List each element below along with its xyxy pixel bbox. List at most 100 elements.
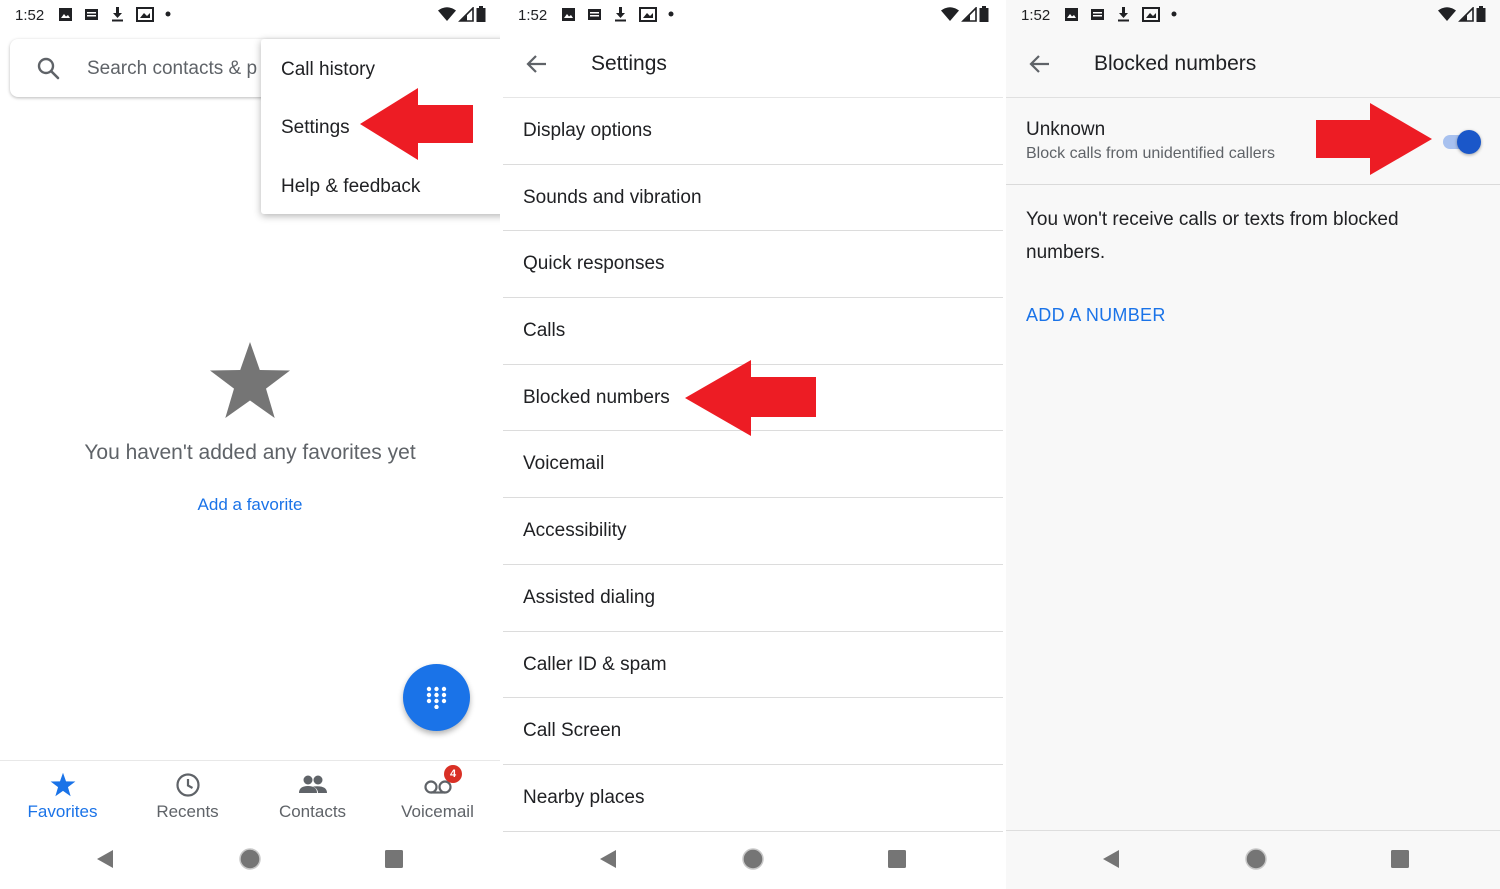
- home-nav-icon[interactable]: [1244, 847, 1268, 871]
- tab-contacts[interactable]: Contacts: [250, 761, 375, 829]
- system-navigation-bar: [503, 829, 1003, 889]
- clock-icon: [175, 773, 200, 797]
- app-bar: Settings: [503, 30, 1003, 98]
- signal-icon: [1458, 6, 1474, 22]
- status-time: 1:52: [1021, 7, 1051, 24]
- settings-item-sounds-vibration[interactable]: Sounds and vibration: [503, 165, 1003, 232]
- app-bar: Blocked numbers: [1006, 30, 1500, 98]
- menu-item-settings[interactable]: Settings: [281, 117, 350, 139]
- setting-title: Unknown: [1026, 119, 1106, 140]
- settings-panel: 1:52 Settings Display options Sounds and…: [503, 0, 1003, 889]
- status-bar: 1:52: [1006, 0, 1500, 30]
- toggle-thumb: [1457, 130, 1481, 154]
- wifi-icon: [941, 6, 959, 21]
- image-icon: [59, 7, 72, 21]
- message-icon: [588, 8, 601, 20]
- system-icons: [941, 6, 989, 22]
- settings-item-nearby-places[interactable]: Nearby places: [503, 765, 1003, 832]
- notification-icons: [1064, 6, 1177, 22]
- battery-icon: [979, 6, 989, 22]
- message-icon: [85, 8, 98, 20]
- status-time: 1:52: [518, 7, 548, 24]
- tab-voicemail[interactable]: 4 Voicemail: [375, 761, 500, 829]
- image-icon: [562, 7, 575, 21]
- annotation-arrow: [360, 88, 473, 160]
- menu-item-call-history[interactable]: Call history: [281, 59, 375, 81]
- image-icon: [1065, 7, 1078, 21]
- system-icons: [1438, 6, 1486, 22]
- status-time: 1:52: [15, 7, 45, 24]
- tab-recents[interactable]: Recents: [125, 761, 250, 829]
- download-icon: [1118, 7, 1129, 22]
- tab-label: Voicemail: [401, 802, 474, 821]
- block-unknown-toggle[interactable]: [1443, 129, 1483, 155]
- back-nav-icon[interactable]: [1100, 847, 1124, 871]
- overview-nav-icon[interactable]: [1388, 847, 1412, 871]
- status-bar: 1:52: [0, 0, 500, 30]
- gallery-icon: [1142, 6, 1160, 22]
- setting-subtitle: Block calls from unidentified callers: [1026, 145, 1275, 162]
- tab-label: Contacts: [278, 802, 347, 821]
- bottom-navigation: Favorites Recents Contacts 4 Voicemail: [0, 760, 500, 828]
- empty-state-message: You haven't added any favorites yet: [84, 441, 416, 464]
- tab-label: Recents: [156, 802, 219, 821]
- star-icon: [50, 772, 75, 797]
- settings-item-call-screen[interactable]: Call Screen: [503, 698, 1003, 765]
- gallery-icon: [639, 6, 657, 22]
- star-icon: [210, 342, 290, 418]
- settings-item-calls[interactable]: Calls: [503, 298, 1003, 365]
- battery-icon: [1476, 6, 1486, 22]
- settings-list: Display options Sounds and vibration Qui…: [503, 98, 1003, 832]
- dot-icon: [668, 11, 674, 17]
- system-icons: [438, 6, 486, 22]
- system-navigation-bar: [0, 829, 500, 889]
- settings-item-caller-id-spam[interactable]: Caller ID & spam: [503, 632, 1003, 699]
- settings-item-quick-responses[interactable]: Quick responses: [503, 231, 1003, 299]
- dot-icon: [165, 11, 171, 17]
- page-title: Settings: [591, 52, 667, 75]
- settings-item-display-options[interactable]: Display options: [503, 98, 1003, 165]
- tab-favorites[interactable]: Favorites: [0, 761, 125, 829]
- annotation-arrow: [685, 360, 816, 436]
- blocked-info-text: You won't receive calls or texts from bl…: [1026, 209, 1399, 263]
- overview-nav-icon[interactable]: [382, 847, 406, 871]
- signal-icon: [961, 6, 977, 22]
- add-number-button[interactable]: ADD A NUMBER: [1026, 305, 1166, 326]
- wifi-icon: [438, 6, 456, 21]
- settings-item-voicemail[interactable]: Voicemail: [503, 431, 1003, 499]
- overview-nav-icon[interactable]: [885, 847, 909, 871]
- tab-label: Favorites: [27, 802, 98, 821]
- people-icon: [298, 775, 327, 793]
- annotation-arrow: [1316, 103, 1432, 175]
- settings-item-assisted-dialing[interactable]: Assisted dialing: [503, 565, 1003, 632]
- notification-icons: [58, 6, 171, 22]
- blocked-numbers-panel: 1:52 Blocked numbers Unknown Block calls…: [1006, 0, 1500, 889]
- back-nav-icon[interactable]: [597, 847, 621, 871]
- home-nav-icon[interactable]: [741, 847, 765, 871]
- notification-icons: [561, 6, 674, 22]
- status-bar: 1:52: [503, 0, 1003, 30]
- search-placeholder[interactable]: Search contacts & p: [87, 58, 257, 80]
- dialer-favorites-panel: 1:52 Search contacts & p Call history Se…: [0, 0, 500, 889]
- gallery-icon: [136, 6, 154, 22]
- system-navigation-bar: [1006, 829, 1500, 889]
- voicemail-badge: 4: [444, 765, 462, 783]
- download-icon: [112, 7, 123, 22]
- wifi-icon: [1438, 6, 1456, 21]
- page-title: Blocked numbers: [1094, 52, 1257, 75]
- signal-icon: [458, 6, 474, 22]
- dialpad-button[interactable]: [403, 664, 470, 731]
- search-icon: [37, 57, 60, 80]
- add-favorite-link[interactable]: Add a favorite: [0, 495, 500, 515]
- dot-icon: [1171, 11, 1177, 17]
- back-nav-icon[interactable]: [94, 847, 118, 871]
- back-arrow-icon[interactable]: [1028, 52, 1052, 76]
- dialpad-icon: [426, 686, 447, 709]
- home-nav-icon[interactable]: [238, 847, 262, 871]
- download-icon: [615, 7, 626, 22]
- message-icon: [1091, 8, 1104, 20]
- menu-item-help-feedback[interactable]: Help & feedback: [281, 176, 420, 198]
- battery-icon: [476, 6, 486, 22]
- back-arrow-icon[interactable]: [525, 52, 549, 76]
- settings-item-accessibility[interactable]: Accessibility: [503, 498, 1003, 565]
